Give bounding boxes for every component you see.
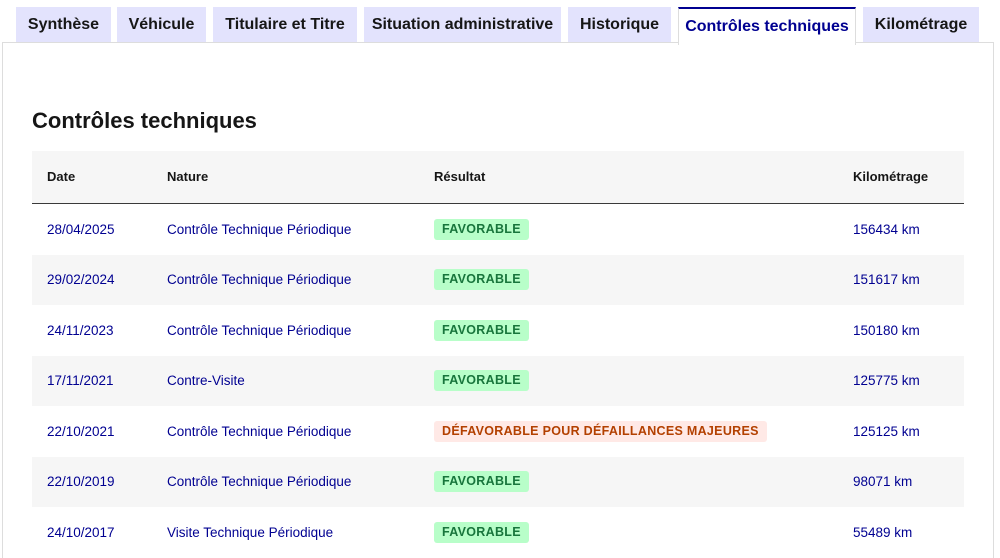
cell-km: 125125 km — [853, 423, 920, 439]
tab-vehicule[interactable]: Véhicule — [117, 7, 206, 43]
tab-historique[interactable]: Historique — [568, 7, 671, 43]
cell-km: 156434 km — [853, 221, 920, 237]
status-badge: FAVORABLE — [434, 269, 529, 290]
status-badge: FAVORABLE — [434, 319, 529, 341]
cell-result: FAVORABLE — [434, 204, 529, 254]
tab-kilometrage[interactable]: Kilométrage — [863, 7, 979, 43]
cell-nature: Contrôle Technique Périodique — [167, 474, 352, 489]
tab-titulaire-et-titre[interactable]: Titulaire et Titre — [213, 7, 357, 43]
status-badge: FAVORABLE — [434, 218, 529, 240]
table-row: 22/10/2019 Contrôle Technique Périodique… — [32, 456, 964, 507]
section-title: Contrôles techniques — [32, 108, 257, 133]
table-row: 24/11/2023 Contrôle Technique Périodique… — [32, 305, 964, 356]
cell-km: 55489 km — [853, 524, 913, 540]
cell-nature: Contre-Visite — [167, 373, 245, 388]
cell-km: 125775 km — [853, 373, 920, 388]
cell-km: 98071 km — [853, 474, 913, 489]
cell-date: 22/10/2021 — [47, 423, 115, 439]
cell-km: 150180 km — [853, 322, 920, 338]
column-header-result: Résultat — [434, 169, 486, 184]
status-badge: FAVORABLE — [434, 471, 529, 492]
table-row: 29/02/2024 Contrôle Technique Périodique… — [32, 254, 964, 305]
tab-bar: Synthèse Véhicule Titulaire et Titre Sit… — [0, 0, 1000, 45]
cell-result: FAVORABLE — [434, 255, 529, 305]
tab-controles-techniques[interactable]: Contrôles techniques — [678, 7, 856, 45]
table-row: 24/10/2017 Visite Technique Périodique F… — [32, 507, 964, 558]
cell-km: 151617 km — [853, 272, 920, 287]
status-badge: FAVORABLE — [434, 370, 529, 391]
cell-nature: Contrôle Technique Périodique — [167, 221, 352, 237]
cell-result: FAVORABLE — [434, 457, 529, 507]
cell-nature: Contrôle Technique Périodique — [167, 423, 352, 439]
tab-situation-administrative[interactable]: Situation administrative — [364, 7, 561, 43]
cell-date: 24/10/2017 — [47, 524, 115, 540]
cell-nature: Visite Technique Périodique — [167, 524, 334, 540]
column-header-date: Date — [47, 169, 76, 184]
table-row: 28/04/2025 Contrôle Technique Périodique… — [32, 204, 964, 255]
status-badge: DÉFAVORABLE POUR DÉFAILLANCES MAJEURES — [434, 420, 767, 442]
cell-date: 28/04/2025 — [47, 221, 115, 237]
cell-result: FAVORABLE — [434, 507, 529, 557]
cell-result: FAVORABLE — [434, 356, 529, 406]
cell-date: 22/10/2019 — [47, 474, 115, 489]
cell-result: FAVORABLE — [434, 305, 529, 355]
cell-date: 17/11/2021 — [47, 373, 114, 388]
cell-nature: Contrôle Technique Périodique — [167, 322, 352, 338]
table-row: 22/10/2021 Contrôle Technique Périodique… — [32, 406, 964, 457]
status-badge: FAVORABLE — [434, 521, 529, 543]
tab-synthese[interactable]: Synthèse — [16, 7, 111, 43]
cell-date: 29/02/2024 — [47, 272, 115, 287]
cell-result: DÉFAVORABLE POUR DÉFAILLANCES MAJEURES — [434, 406, 767, 456]
table-header: Date Nature Résultat Kilométrage — [32, 151, 964, 204]
cell-date: 24/11/2023 — [47, 322, 114, 338]
column-header-nature: Nature — [167, 169, 209, 184]
controls-table: Date Nature Résultat Kilométrage 28/04/2… — [32, 151, 964, 558]
table-row: 17/11/2021 Contre-Visite FAVORABLE 12577… — [32, 355, 964, 406]
column-header-km: Kilométrage — [853, 169, 929, 184]
cell-nature: Contrôle Technique Périodique — [167, 272, 352, 287]
